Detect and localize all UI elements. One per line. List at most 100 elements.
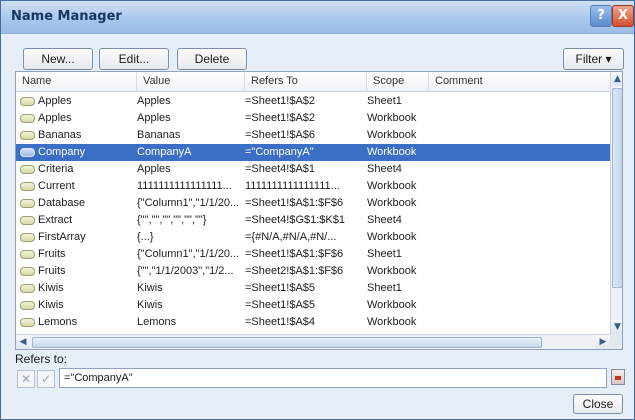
cell-refers-to: ={#N/A,#N/A,#N/...: [245, 231, 337, 243]
horizontal-scroll-thumb[interactable]: [32, 337, 542, 348]
scroll-right-arrow-icon[interactable]: ▶: [596, 335, 610, 349]
horizontal-scrollbar[interactable]: ◀ ▶: [16, 334, 610, 349]
cancel-icon[interactable]: ✕: [17, 370, 35, 388]
cell-name: FirstArray: [38, 231, 86, 243]
confirm-check-icon[interactable]: ✓: [37, 370, 55, 388]
cell-value: Kiwis: [137, 299, 163, 311]
cell-comment: [435, 127, 611, 144]
help-button[interactable]: ?: [590, 5, 612, 27]
cell-comment: [435, 212, 611, 229]
cell-value: Apples: [137, 95, 171, 107]
table-row[interactable]: Fruits {"Column1","1/1/20... =Sheet1!$A$1:…: [16, 246, 610, 263]
scroll-down-arrow-icon[interactable]: ▼: [611, 320, 622, 334]
names-list[interactable]: Name Value Refers To Scope Comment Apple…: [15, 71, 623, 350]
table-row[interactable]: FirstArray {...} ={#N/A,#N/A,#N/... Workboo…: [16, 229, 610, 246]
table-row[interactable]: Kiwis Kiwis =Sheet1!$A$5 Sheet1: [16, 280, 610, 297]
edit-button[interactable]: Edit...: [99, 48, 169, 70]
cell-scope: Workbook: [367, 180, 417, 192]
table-row[interactable]: Apples Apples =Sheet1!$A$2 Sheet1: [16, 93, 610, 110]
cell-value: {"Column1","1/1/20...: [137, 248, 240, 260]
collapse-dialog-icon[interactable]: [611, 369, 625, 385]
table-row[interactable]: Company CompanyA ="CompanyA" Workbook: [16, 144, 610, 161]
name-range-icon: [20, 97, 35, 106]
cell-refers-to: =Sheet1!$A$4: [245, 316, 316, 328]
delete-button[interactable]: Delete: [177, 48, 247, 70]
scroll-up-arrow-icon[interactable]: ▲: [611, 72, 622, 86]
vertical-scroll-thumb[interactable]: [612, 88, 622, 288]
column-header-value[interactable]: Value: [137, 72, 245, 92]
name-range-icon: [20, 131, 35, 140]
cell-refers-to: =Sheet1!$A$2: [245, 95, 316, 107]
table-row[interactable]: Bananas Bananas =Sheet1!$A$6 Workbook: [16, 127, 610, 144]
table-row[interactable]: Database {"Column1","1/1/20... =Sheet1!$A$…: [16, 195, 610, 212]
cell-scope: Workbook: [367, 299, 417, 311]
cell-refers-to: =Sheet1!$A$6: [245, 129, 316, 141]
cell-comment: [435, 297, 611, 314]
table-row[interactable]: Extract {"","","","","",""} =Sheet4!$G$1:$…: [16, 212, 610, 229]
cell-refers-to: =Sheet1!$A$1:$F$6: [245, 248, 344, 260]
column-header-refers-to[interactable]: Refers To: [245, 72, 367, 92]
cell-name: Apples: [38, 95, 72, 107]
cell-refers-to: =Sheet1!$A$1:$F$6: [245, 197, 344, 209]
cell-scope: Workbook: [367, 265, 417, 277]
name-range-icon: [20, 216, 35, 225]
name-manager-dialog: Name Manager ? X New... Edit... Delete F…: [0, 0, 635, 420]
scroll-corner: [610, 334, 622, 349]
scroll-left-arrow-icon[interactable]: ◀: [16, 335, 30, 349]
name-range-icon: [20, 199, 35, 208]
cell-scope: Sheet4: [367, 214, 402, 226]
new-button[interactable]: New...: [23, 48, 93, 70]
table-row[interactable]: Lemons Lemons =Sheet1!$A$4 Workbook: [16, 314, 610, 331]
close-button[interactable]: Close: [573, 394, 623, 414]
cell-value: Apples: [137, 163, 171, 175]
name-range-icon: [20, 267, 35, 276]
vertical-scrollbar[interactable]: ▲ ▼: [610, 72, 622, 334]
cell-scope: Workbook: [367, 129, 417, 141]
cell-name: Company: [38, 146, 86, 158]
cell-name: Bananas: [38, 129, 82, 141]
cell-value: {...}: [137, 231, 154, 243]
cell-refers-to: =Sheet1!$A$2: [245, 112, 316, 124]
cell-name: Fruits: [38, 265, 66, 277]
cell-comment: [435, 93, 611, 110]
cell-scope: Workbook: [367, 316, 417, 328]
cell-refers-to: =Sheet1!$A$5: [245, 282, 316, 294]
cell-scope: Sheet1: [367, 248, 402, 260]
cell-comment: [435, 178, 611, 195]
column-header-comment[interactable]: Comment: [429, 72, 610, 92]
name-range-icon: [20, 233, 35, 242]
cell-name: Criteria: [38, 163, 74, 175]
cell-name: Kiwis: [38, 299, 64, 311]
window-close-button[interactable]: X: [612, 5, 634, 27]
cell-comment: [435, 110, 611, 127]
cell-value: Kiwis: [137, 282, 163, 294]
cell-comment: [435, 280, 611, 297]
cell-refers-to: =Sheet4!$A$1: [245, 163, 316, 175]
name-range-icon: [20, 250, 35, 259]
filter-dropdown-button[interactable]: Filter ▾: [563, 48, 624, 70]
cell-comment: [435, 161, 611, 178]
cell-value: Bananas: [137, 129, 181, 141]
table-row[interactable]: Criteria Apples =Sheet4!$A$1 Sheet4: [16, 161, 610, 178]
cell-scope: Workbook: [367, 112, 417, 124]
cell-name: Apples: [38, 112, 72, 124]
name-range-icon: [20, 318, 35, 327]
table-row[interactable]: Apples Apples =Sheet1!$A$2 Workbook: [16, 110, 610, 127]
cell-scope: Sheet1: [367, 95, 402, 107]
column-header-scope[interactable]: Scope: [367, 72, 429, 92]
cell-refers-to: 1111111111111111...: [245, 180, 340, 192]
column-header-name[interactable]: Name: [16, 72, 137, 92]
cell-value: Lemons: [137, 316, 177, 328]
cell-value: {"","","","","",""}: [137, 214, 207, 226]
name-range-icon: [20, 301, 35, 310]
cell-scope: Workbook: [367, 197, 417, 209]
table-row[interactable]: Current 1111111111111111... 11111111111111…: [16, 178, 610, 195]
cell-scope: Workbook: [367, 231, 417, 243]
cell-comment: [435, 195, 611, 212]
cell-refers-to: =Sheet1!$A$5: [245, 299, 316, 311]
cell-comment: [435, 229, 611, 246]
refers-to-input[interactable]: ="CompanyA": [59, 368, 607, 388]
name-range-icon: [20, 165, 35, 174]
table-row[interactable]: Fruits {"","1/1/2003","1/2... =Sheet2!$A$1…: [16, 263, 610, 280]
table-row[interactable]: Kiwis Kiwis =Sheet1!$A$5 Workbook: [16, 297, 610, 314]
